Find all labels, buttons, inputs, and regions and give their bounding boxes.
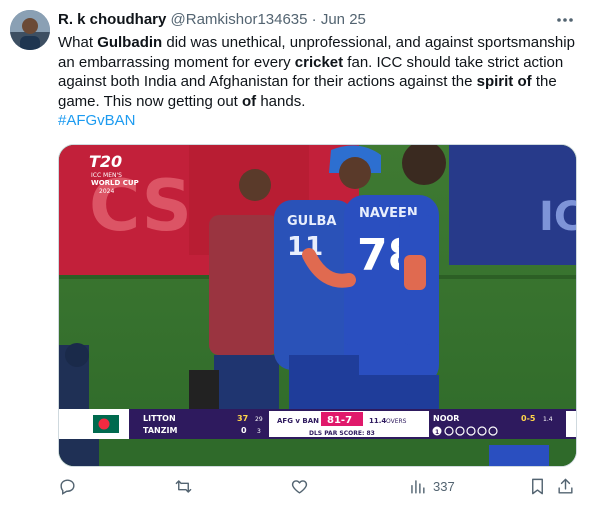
- reply-icon: [60, 479, 75, 495]
- svg-text:IC: IC: [539, 194, 576, 240]
- svg-text:OVERS: OVERS: [386, 418, 407, 425]
- scoreboard-overlay: LITTON TANZIM 37 29 0 3 AFG v BAN 81-7 1…: [59, 409, 576, 439]
- bold-text-segment: of: [242, 92, 257, 110]
- svg-text:29: 29: [255, 416, 263, 423]
- svg-text:2024: 2024: [99, 188, 114, 195]
- svg-text:1.4: 1.4: [543, 416, 553, 423]
- author-avatar[interactable]: [10, 10, 50, 50]
- share-icon: [558, 478, 573, 494]
- svg-text:81-7: 81-7: [327, 415, 352, 426]
- svg-text:TANZIM: TANZIM: [143, 426, 178, 435]
- svg-text:1: 1: [435, 429, 439, 436]
- like-button[interactable]: [290, 477, 309, 496]
- author-name[interactable]: R. k choudhary: [58, 11, 166, 28]
- bold-text-segment: spirit: [476, 73, 514, 90]
- reply-button[interactable]: [58, 477, 77, 496]
- svg-text:WORLD CUP: WORLD CUP: [91, 179, 139, 187]
- svg-text:11.4: 11.4: [369, 417, 386, 425]
- bookmark-button[interactable]: [528, 477, 547, 496]
- bold-text-segment: Gulbadin: [97, 34, 163, 51]
- svg-text:3: 3: [257, 428, 261, 435]
- svg-text:T20: T20: [89, 152, 122, 171]
- tweet-body: What Gulbadin did was unethical, unprofe…: [58, 34, 575, 110]
- header-separator: ·: [311, 11, 317, 28]
- tweet-date[interactable]: Jun 25: [321, 11, 366, 28]
- bookmark-icon: [532, 478, 543, 495]
- svg-text:LITTON: LITTON: [143, 414, 176, 423]
- heart-icon: [291, 480, 308, 494]
- svg-text:0-5: 0-5: [521, 414, 536, 423]
- share-button[interactable]: [556, 477, 575, 496]
- svg-text:NOOR: NOOR: [433, 414, 459, 423]
- svg-text:ICC MEN'S: ICC MEN'S: [91, 172, 122, 179]
- retweet-icon: [175, 480, 192, 493]
- tweet-actions: 337: [58, 477, 578, 501]
- bold-text-segment: of: [517, 73, 532, 90]
- views-button[interactable]: 337: [408, 477, 455, 496]
- author-handle[interactable]: @Ramkishor134635: [171, 11, 308, 28]
- retweet-button[interactable]: [174, 477, 193, 496]
- bold-text-segment: cricket: [294, 53, 344, 71]
- hashtag-link[interactable]: #AFGvBAN: [58, 112, 136, 129]
- tweet-header: R. k choudhary @Ramkishor134635 · Jun 25: [58, 11, 366, 29]
- tweet-media-image[interactable]: CS IC T20 ICC MEN'S WORLD CUP 2024 GULBA…: [58, 144, 577, 467]
- text-segment: What: [58, 34, 98, 51]
- svg-text:GULBA: GULBA: [287, 214, 336, 229]
- views-icon: [411, 480, 425, 494]
- tweet-text: What Gulbadin did was unethical, unprofe…: [58, 33, 578, 131]
- text-segment: hands.: [256, 92, 306, 110]
- svg-text:37: 37: [237, 414, 248, 423]
- svg-text:AFG v BAN: AFG v BAN: [277, 417, 319, 425]
- views-count: 337: [433, 479, 455, 494]
- more-options-icon[interactable]: [555, 12, 575, 28]
- svg-text:DLS PAR SCORE: 83: DLS PAR SCORE: 83: [309, 430, 375, 437]
- svg-text:0: 0: [241, 426, 247, 435]
